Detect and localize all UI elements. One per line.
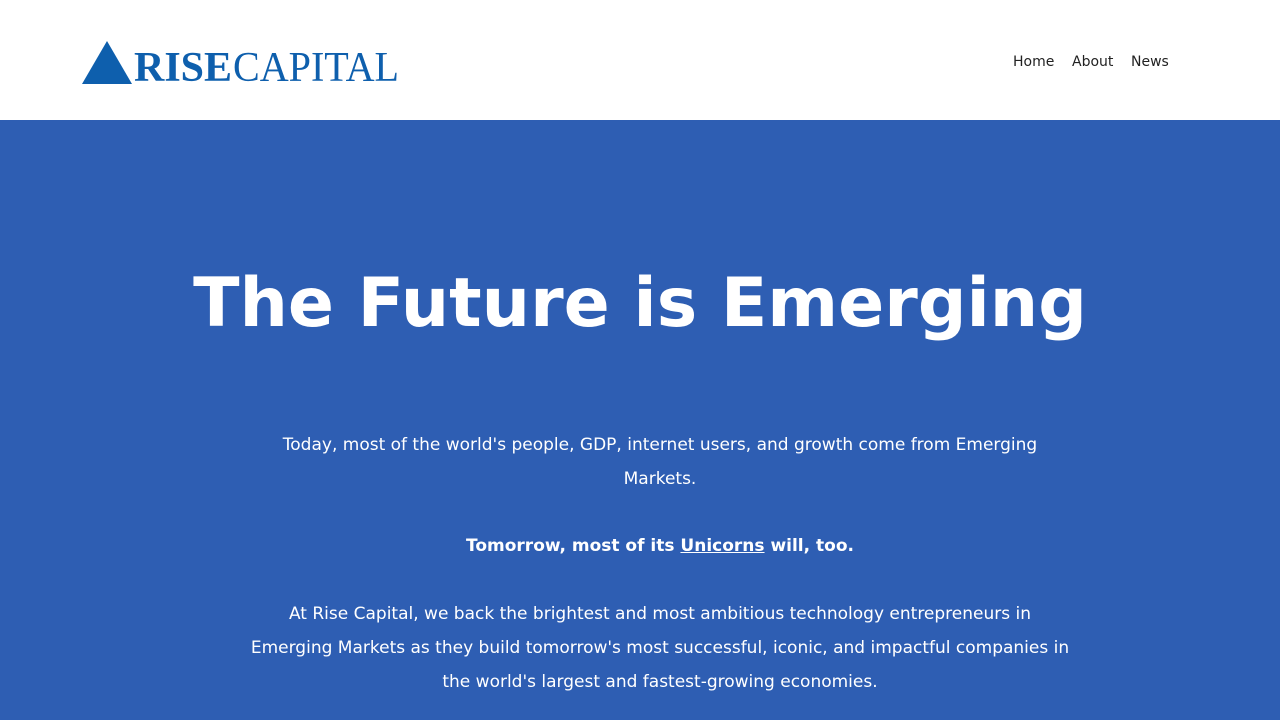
hero-paragraph-markets: Today, most of the world's people, GDP, … xyxy=(282,435,1038,489)
unicorns-link[interactable]: Unicorns xyxy=(680,536,764,556)
nav-news[interactable]: News xyxy=(1131,54,1169,70)
triangle-icon xyxy=(82,41,132,84)
nav-about[interactable]: About xyxy=(1072,54,1113,70)
logo-word-capital: CAPITAL xyxy=(233,45,399,86)
hero-section: The Future is Emerging Today, most of th… xyxy=(0,120,1280,720)
hero-title: The Future is Emerging xyxy=(193,264,1087,343)
nav-home[interactable]: Home xyxy=(1013,54,1054,70)
logo-word-rise: RISE xyxy=(134,45,232,86)
hero-paragraph-unicorns: Tomorrow, most of its Unicorns will, too… xyxy=(250,529,1070,563)
unicorns-suffix: will, too. xyxy=(764,536,854,556)
logo-graphic: RISE CAPITAL xyxy=(82,41,399,86)
site-header: RISE CAPITAL Home About News xyxy=(0,0,1280,120)
rise-capital-logo[interactable]: RISE CAPITAL xyxy=(82,40,402,86)
hero-paragraph-mission: At Rise Capital, we back the brightest a… xyxy=(250,604,1070,692)
main-nav: Home About News xyxy=(1000,54,1180,74)
unicorns-prefix: Tomorrow, most of its xyxy=(466,536,681,556)
